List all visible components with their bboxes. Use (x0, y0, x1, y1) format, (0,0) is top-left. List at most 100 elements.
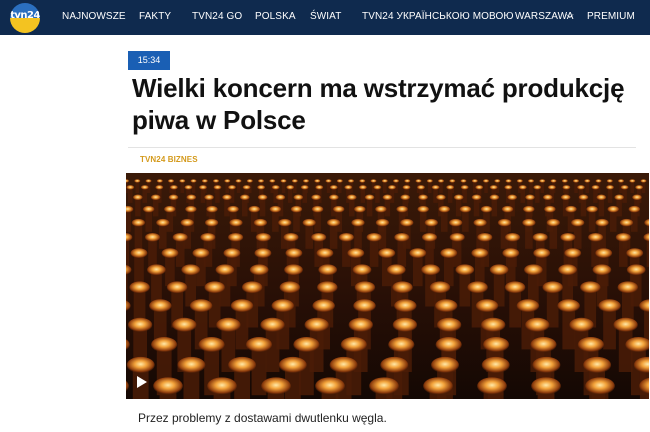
bottle-neck (462, 187, 467, 203)
bottle-top (388, 185, 396, 190)
bottle-top (315, 377, 345, 395)
bottle-top (436, 194, 446, 201)
bottle-top (588, 233, 604, 242)
tvn24-logo[interactable]: tvn24 (10, 3, 40, 33)
bottle-top (257, 179, 265, 183)
bottle-top (417, 205, 430, 213)
bottle-top (155, 185, 164, 190)
bottle-top (471, 179, 478, 183)
bottle-top (204, 218, 219, 227)
bottle-top (380, 356, 409, 374)
bottle-top (235, 179, 242, 183)
bottle-top (249, 264, 269, 276)
bottle-top (591, 185, 600, 190)
nav-item-polska[interactable]: POLSKA (255, 11, 296, 22)
bottle-neck (128, 187, 133, 203)
bottle-top (527, 179, 535, 183)
bottle-top (180, 218, 194, 227)
article-hero-image[interactable] (126, 173, 649, 399)
bottle-top (532, 356, 561, 374)
bottle-top (446, 185, 455, 190)
bottle-top (378, 248, 396, 259)
bottle-top (562, 185, 571, 190)
bottle-top (539, 179, 546, 183)
bottle-neck (529, 181, 533, 193)
bottle-top (518, 185, 527, 190)
section-label[interactable]: TVN24 BIZNES (140, 155, 198, 164)
bottle-top (440, 248, 458, 259)
bottle-top (293, 194, 304, 201)
bottle-top (149, 299, 172, 313)
bottle-neck (603, 305, 616, 350)
bottle-top (402, 185, 411, 190)
bottle-top (260, 317, 285, 332)
bottle-neck (200, 187, 206, 203)
divider (128, 147, 636, 148)
bottle-neck (439, 181, 443, 193)
play-icon[interactable] (137, 376, 147, 388)
bottle-top (525, 317, 550, 332)
nav-item-premium[interactable]: PREMIUM (587, 11, 635, 22)
bottle-top (161, 248, 179, 259)
bottle-top (585, 377, 615, 395)
bottle-top (129, 281, 150, 294)
bottle-top (283, 233, 299, 242)
bottle-top (228, 356, 257, 374)
nav-item-tvn24-go[interactable]: TVN24 GO (192, 11, 242, 22)
bottle-top (354, 205, 366, 213)
bottle-top (473, 218, 487, 227)
bottle-top (164, 205, 176, 213)
nav-item-swiat[interactable]: ŚWIAT (310, 11, 341, 22)
bottle-neck (425, 237, 434, 267)
bottle-top (332, 205, 345, 213)
bottle-top (227, 205, 239, 213)
nav-item-fakty[interactable]: FAKTY (139, 11, 171, 22)
bottle-top (533, 185, 542, 190)
bottle-top (531, 377, 561, 395)
bottle-top (524, 264, 543, 276)
bottle-top (617, 281, 639, 294)
bottle-neck (215, 187, 220, 203)
bottle-top (396, 205, 408, 213)
bottle-top (569, 317, 594, 332)
bottle-top (151, 337, 178, 353)
bottle-top (388, 337, 415, 353)
bottle-top (504, 233, 521, 242)
bottle-top (415, 179, 422, 183)
bottle-top (216, 317, 241, 332)
bottle-top (394, 299, 417, 313)
bottle-neck (281, 181, 286, 193)
bottle-top (580, 281, 601, 294)
bottle-top (449, 218, 463, 227)
bottle-neck (428, 181, 432, 193)
bottle-top (290, 205, 303, 213)
chevron-down-icon[interactable]: ⌵ (566, 10, 574, 21)
bottle-top (239, 194, 250, 201)
bottle-neck (484, 181, 488, 193)
bottle-top (453, 194, 464, 201)
logo-text: tvn24 (10, 10, 40, 21)
bottle-neck (383, 181, 387, 193)
bottle-top (213, 185, 222, 190)
bottle-top (632, 194, 642, 201)
bottle-top (181, 264, 201, 276)
bottle-top (584, 179, 591, 183)
bottle-top (224, 179, 231, 183)
bottle-top (204, 281, 225, 294)
nav-item-tvn24-ukrainian[interactable]: TVN24 УКРАЇНСЬКОЮ МОВОЮ (362, 11, 514, 22)
bottle-top (382, 194, 393, 201)
bottle-top (516, 299, 540, 313)
bottle-neck (126, 237, 130, 267)
bottle-top (560, 194, 571, 201)
bottle-top (475, 299, 499, 313)
bottle-top (561, 179, 568, 183)
nav-item-najnowsze[interactable]: NAJNOWSZE (62, 11, 126, 22)
bottle-top (199, 185, 207, 190)
bottle-top (475, 185, 484, 190)
bottle-top (126, 185, 135, 190)
bottle-top (293, 337, 320, 353)
nav-item-warszawa[interactable]: WARSZAWA (515, 11, 574, 22)
bottle-top (248, 205, 261, 213)
bottle-top (489, 194, 500, 201)
bottle-top (200, 233, 216, 242)
